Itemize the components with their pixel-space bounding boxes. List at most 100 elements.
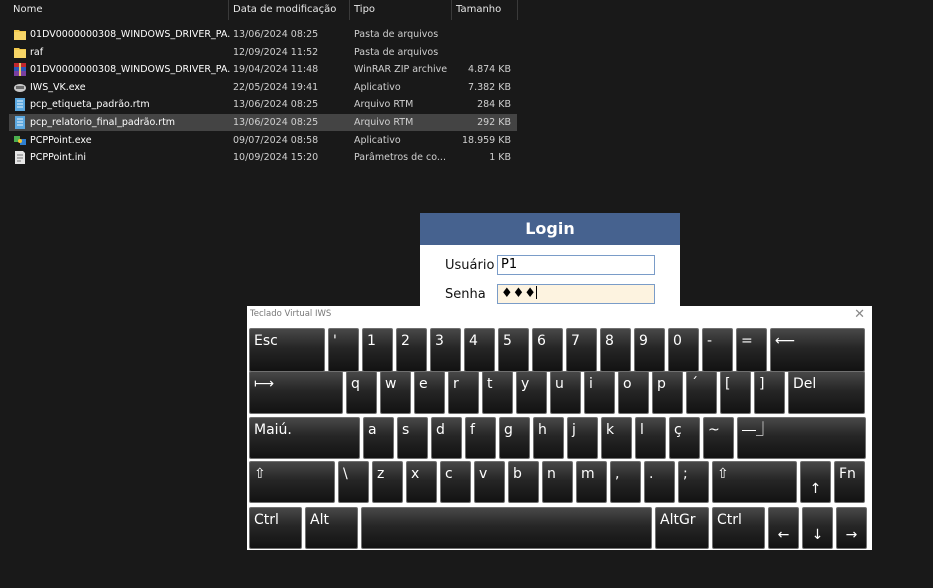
key-bracket-left[interactable]: [ [720,371,751,414]
file-row[interactable]: pcp_etiqueta_padrão.rtm 13/06/2024 08:25 A… [9,96,517,113]
key-j[interactable]: j [567,417,598,459]
key-f[interactable]: f [465,417,496,459]
key-apostrophe[interactable]: ' [328,328,359,372]
key-o[interactable]: o [618,371,649,414]
key-p[interactable]: p [652,371,683,414]
key-label: o [623,376,632,392]
file-row[interactable]: 01DV0000000308_WINDOWS_DRIVER_PA... 13/06… [9,26,517,43]
key-v[interactable]: v [474,461,505,503]
key-shift-left[interactable]: ⇧ [249,461,335,503]
key-5[interactable]: 5 [498,328,529,372]
key-backspace[interactable]: ⟵ [770,328,865,372]
key-4[interactable]: 4 [464,328,495,372]
key-minus[interactable]: - [702,328,733,372]
key-n[interactable]: n [542,461,573,503]
key-semicolon[interactable]: ; [678,461,709,503]
close-icon[interactable]: ✕ [854,307,865,322]
key-r[interactable]: r [448,371,479,414]
key-period[interactable]: . [644,461,675,503]
key-label: 3 [435,333,444,349]
key-6[interactable]: 6 [532,328,563,372]
key-tab[interactable]: ⟼ [249,371,343,414]
key-i[interactable]: i [584,371,615,414]
key-arrow-left[interactable]: ← [768,507,799,549]
key-label: h [538,422,547,438]
column-divider[interactable] [451,0,452,20]
key-label: 9 [639,333,648,349]
column-header-type[interactable]: Tipo [354,0,375,20]
key-label: e [419,376,428,392]
key-3[interactable]: 3 [430,328,461,372]
key-alt[interactable]: Alt [305,507,358,549]
key-x[interactable]: x [406,461,437,503]
key-acute[interactable]: ´ [686,371,717,414]
key-k[interactable]: k [601,417,632,459]
column-divider[interactable] [349,0,350,20]
key-y[interactable]: y [516,371,547,414]
key-enter[interactable]: ⎯⎯⏌ [737,417,866,459]
file-date: 10/09/2024 15:20 [233,152,319,164]
key-label: ⟵ [775,333,796,349]
key-w[interactable]: w [380,371,411,414]
password-field[interactable]: ♦♦♦ [497,284,655,304]
username-field[interactable]: P1 [497,255,655,275]
column-divider[interactable] [517,0,518,20]
key-2[interactable]: 2 [396,328,427,372]
column-header-date[interactable]: Data de modificação [233,0,336,20]
column-header-size[interactable]: Tamanho [456,0,501,20]
file-row[interactable]: IWS_VK.exe 22/05/2024 19:41 Aplicativo 7.38… [9,79,517,96]
key-label: 0 [673,333,682,349]
key-l[interactable]: l [635,417,666,459]
key-equals[interactable]: = [736,328,767,372]
file-row[interactable]: raf 12/09/2024 11:52 Pasta de arquivos [9,44,517,61]
file-row[interactable]: 01DV0000000308_WINDOWS_DRIVER_PA... 19/04… [9,61,517,78]
winrar-archive-icon [14,63,26,77]
column-divider[interactable] [228,0,229,20]
key-label: 2 [401,333,410,349]
key-ctrl-right[interactable]: Ctrl [712,507,765,549]
column-header-name[interactable]: Nome [13,0,43,20]
key-label: [ [725,376,731,392]
key-comma[interactable]: , [610,461,641,503]
file-row[interactable]: PCPPoint.ini 10/09/2024 15:20 Parâmetros d… [9,149,517,166]
key-arrow-up[interactable]: ↑ [800,461,831,503]
file-row[interactable]: pcp_relatorio_final_padrão.rtm 13/06/2024… [9,114,517,131]
key-h[interactable]: h [533,417,564,459]
key-altgr[interactable]: AltGr [655,507,709,549]
file-type: WinRAR ZIP archive [354,64,448,76]
file-name: PCPPoint.exe [30,134,92,146]
key-fn[interactable]: Fn [834,461,865,503]
key-7[interactable]: 7 [566,328,597,372]
file-name: 01DV0000000308_WINDOWS_DRIVER_PA... [30,64,230,76]
key-g[interactable]: g [499,417,530,459]
file-row[interactable]: PCPPoint.exe 09/07/2024 08:58 Aplicativo 18… [9,132,517,149]
key-e[interactable]: e [414,371,445,414]
file-type: Arquivo RTM [354,117,414,128]
key-9[interactable]: 9 [634,328,665,372]
key-d[interactable]: d [431,417,462,459]
key-t[interactable]: t [482,371,513,414]
key-m[interactable]: m [576,461,607,503]
key-tilde[interactable]: ~ [703,417,734,459]
key-q[interactable]: q [346,371,377,414]
key-z[interactable]: z [372,461,403,503]
key-8[interactable]: 8 [600,328,631,372]
key-u[interactable]: u [550,371,581,414]
key-esc[interactable]: Esc [249,328,325,372]
key-bracket-right[interactable]: ] [754,371,785,414]
key-s[interactable]: s [397,417,428,459]
key-a[interactable]: a [363,417,394,459]
key-backslash[interactable]: \ [338,461,369,503]
key-c-cedilla[interactable]: ç [669,417,700,459]
key-ctrl-left[interactable]: Ctrl [249,507,302,549]
key-c[interactable]: c [440,461,471,503]
key-arrow-down[interactable]: ↓ [802,507,833,549]
key-b[interactable]: b [508,461,539,503]
key-del[interactable]: Del [788,371,865,414]
key-1[interactable]: 1 [362,328,393,372]
key-caps-lock[interactable]: Maiú. [249,417,360,459]
key-arrow-right[interactable]: → [836,507,867,549]
key-space[interactable] [361,507,652,549]
key-shift-right[interactable]: ⇧ [712,461,797,503]
key-0[interactable]: 0 [668,328,699,372]
